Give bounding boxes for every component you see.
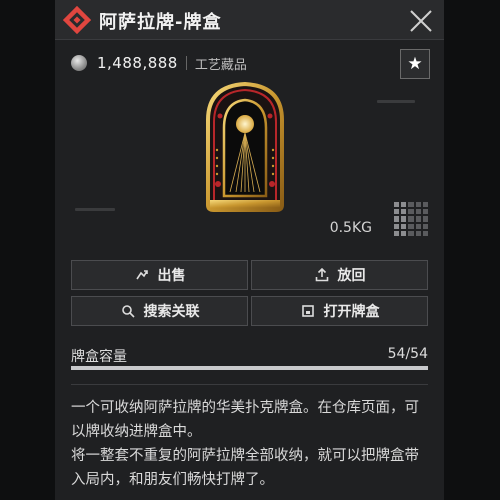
item-category: 工艺藏品 <box>194 57 247 73</box>
capacity-bar-fill <box>71 366 428 370</box>
description-line: 一个可收纳阿萨拉牌的华美扑克牌盒。在仓库页面，可以牌收纳进牌盒中。 <box>71 400 419 440</box>
price-row: 1,488,888 工艺藏品 <box>71 52 247 74</box>
search-related-button[interactable]: 搜索关联 <box>71 296 248 326</box>
sell-icon <box>134 267 150 283</box>
open-box-label: 打开牌盒 <box>323 304 380 320</box>
card-box-icon <box>206 81 284 212</box>
search-related-label: 搜索关联 <box>143 304 200 320</box>
capacity-value: 54/54 <box>387 346 428 362</box>
star-icon: ★ <box>407 54 423 74</box>
put-back-label: 放回 <box>337 268 366 284</box>
favorite-button[interactable]: ★ <box>400 49 430 79</box>
decor-line <box>75 208 115 211</box>
diamond-logo-icon <box>63 6 91 34</box>
decor-line <box>377 100 415 103</box>
separator <box>185 56 187 70</box>
item-price: 1,488,888 <box>97 54 178 72</box>
open-box-button[interactable]: 打开牌盒 <box>251 296 428 326</box>
item-detail-panel: 阿萨拉牌-牌盒 1,488,888 工艺藏品 ★ 0.5KG 出售 放回 搜索关… <box>55 0 444 500</box>
upload-icon <box>314 267 330 283</box>
capacity-bar <box>71 366 428 370</box>
header-bar: 阿萨拉牌-牌盒 <box>55 0 444 40</box>
item-image-area: 0.5KG <box>55 80 444 240</box>
item-description: 一个可收纳阿萨拉牌的华美扑克牌盒。在仓库页面，可以牌收纳进牌盒中。 将一整套不重… <box>71 396 433 492</box>
put-back-button[interactable]: 放回 <box>251 260 428 290</box>
silver-coin-icon <box>71 55 87 71</box>
capacity-label: 牌盒容量 <box>71 349 127 365</box>
search-icon <box>120 303 136 319</box>
description-line: 将一整套不重复的阿萨拉牌全部收纳，就可以把牌盒带入局内，和朋友们畅快打牌了。 <box>71 448 419 488</box>
inventory-grid-icon <box>394 202 428 236</box>
sell-label: 出售 <box>157 268 186 284</box>
close-icon[interactable] <box>408 8 434 34</box>
box-icon <box>300 303 316 319</box>
sell-button[interactable]: 出售 <box>71 260 248 290</box>
page-title: 阿萨拉牌-牌盒 <box>99 12 222 33</box>
divider <box>71 384 428 385</box>
item-weight: 0.5KG <box>329 220 372 236</box>
